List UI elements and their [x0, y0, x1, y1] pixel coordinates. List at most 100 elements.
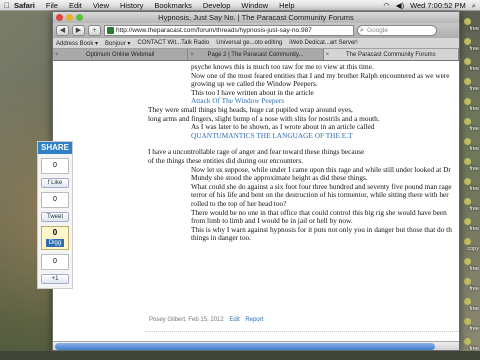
tab-paracast-page2[interactable]: × Page 2 | The Paracast Community...: [188, 49, 324, 60]
desktop-file-label: free: [469, 146, 479, 152]
menu-bookmarks[interactable]: Bookmarks: [154, 0, 192, 11]
bookmark-bonjour[interactable]: Bonjour ▾: [105, 40, 130, 47]
desktop-file-icon[interactable]: free: [460, 216, 480, 236]
tab-bar: × Optimum Online Webmail × Page 2 | The Pa…: [53, 49, 459, 61]
bookmark-iweb[interactable]: iWeb Dedicat...art Server!: [289, 40, 358, 46]
post-line: things in danger too.: [191, 233, 251, 243]
post-article-link[interactable]: QUANTUMANTICS THE LANGUAGE OF THE E.T: [148, 131, 459, 141]
search-field[interactable]: ⌕ Google: [357, 25, 437, 36]
add-bookmark-button[interactable]: +: [88, 25, 101, 36]
search-placeholder: Google: [367, 27, 388, 34]
file-icon: [464, 318, 471, 325]
share-sidebar: SHARE 0 f Like 0 Tweet 0 Digg 0 +1: [37, 141, 73, 289]
desktop-file-icon[interactable]: free: [460, 196, 480, 216]
desktop-file-icon[interactable]: free: [460, 136, 480, 156]
file-icon: [464, 178, 471, 185]
desktop-file-icon[interactable]: free: [460, 316, 480, 336]
menu-bar:  Safari File Edit View History Bookmark…: [0, 0, 480, 11]
file-icon: [464, 78, 471, 85]
desktop-file-label: copy: [467, 246, 479, 252]
tab-label: The Paracast Community Forums: [345, 52, 436, 58]
forward-button[interactable]: ▶: [72, 25, 85, 36]
menu-develop[interactable]: Develop: [203, 0, 231, 11]
desktop-file-label: free: [469, 226, 479, 232]
desktop-file-icon[interactable]: copy: [460, 236, 480, 256]
file-icon: [464, 118, 471, 125]
desktop-file-icon[interactable]: free: [460, 156, 480, 176]
spotlight-icon[interactable]: ⌕: [472, 0, 476, 11]
desktop-file-label: free: [469, 26, 479, 32]
tab-paracast-forums[interactable]: × The Paracast Community Forums: [323, 49, 459, 60]
post-body: psyche knows this is much too raw for me…: [148, 62, 459, 243]
desktop-file-label: free: [469, 326, 479, 332]
desktop-file-icon[interactable]: free: [460, 296, 480, 316]
desktop-file-label: free: [469, 166, 479, 172]
desktop-file-icon[interactable]: free: [460, 36, 480, 56]
desktop-file-label: free: [469, 66, 479, 72]
bookmark-contact-radio[interactable]: CONTACT Wit...Talk Radio: [137, 40, 209, 46]
zoom-window-button[interactable]: [76, 14, 83, 21]
desktop-file-icon[interactable]: free: [460, 276, 480, 296]
scrollbar-thumb[interactable]: [55, 343, 435, 350]
google-plus-button[interactable]: +1: [41, 274, 69, 284]
desktop-file-label: free: [469, 86, 479, 92]
menu-history[interactable]: History: [120, 0, 143, 11]
desktop-file-icon[interactable]: free: [460, 96, 480, 116]
desktop-file-icon[interactable]: free: [460, 256, 480, 276]
desktop-file-icon[interactable]: free: [460, 76, 480, 96]
tweet-button[interactable]: Tweet: [41, 212, 69, 222]
edit-link[interactable]: Edit: [229, 317, 239, 323]
volume-icon[interactable]: ◀): [396, 0, 404, 11]
file-icon: [464, 198, 471, 205]
menu-view[interactable]: View: [93, 0, 109, 11]
close-tab-icon[interactable]: ×: [190, 49, 194, 60]
menu-app[interactable]: Safari: [14, 0, 35, 11]
post-meta: Posey Gilbert, Feb 15, 2012 Edit Report: [149, 317, 263, 323]
bookmark-address-book[interactable]: Address Book ▾: [56, 40, 98, 47]
address-bar[interactable]: http://www.theparacast.com/forum/threads…: [104, 25, 354, 36]
tab-webmail[interactable]: × Optimum Online Webmail: [53, 49, 189, 60]
file-icon: [464, 58, 471, 65]
digg-widget[interactable]: 0 Digg: [41, 226, 69, 250]
close-tab-icon[interactable]: ×: [326, 49, 330, 60]
bookmark-universal[interactable]: Universal ge...oto editing: [216, 40, 282, 46]
minimize-window-button[interactable]: [66, 14, 73, 21]
desktop-file-icon[interactable]: free: [460, 16, 480, 36]
bookmarks-bar: Address Book ▾ Bonjour ▾ CONTACT Wit...T…: [53, 38, 459, 49]
search-icon: ⌕: [360, 27, 364, 34]
file-icon: [464, 218, 471, 225]
desktop-file-icon[interactable]: free: [460, 116, 480, 136]
digg-button[interactable]: Digg: [46, 239, 64, 247]
facebook-like-button[interactable]: f Like: [41, 178, 69, 188]
file-icon: [464, 258, 471, 265]
facebook-count: 0: [41, 158, 69, 174]
safari-window: Hypnosis, Just Say No. | The Paracast Co…: [52, 11, 460, 351]
wifi-icon[interactable]: ◠: [383, 0, 390, 11]
desktop-file-icon[interactable]: free: [460, 56, 480, 76]
menu-file[interactable]: File: [46, 0, 58, 11]
window-title: Hypnosis, Just Say No. | The Paracast Co…: [158, 13, 354, 22]
menubar-clock[interactable]: Wed 7:00:52 PM: [410, 0, 466, 11]
apple-menu-icon[interactable]: : [0, 0, 14, 11]
menu-window[interactable]: Window: [241, 0, 268, 11]
desktop-bottom-strip: [0, 351, 480, 360]
tab-label: Optimum Online Webmail: [86, 52, 155, 58]
desktop-file-label: free: [469, 266, 479, 272]
desktop-file-label: free: [469, 46, 479, 52]
back-button[interactable]: ◀: [56, 25, 69, 36]
window-titlebar[interactable]: Hypnosis, Just Say No. | The Paracast Co…: [53, 12, 459, 23]
desktop-file-icon[interactable]: free: [460, 176, 480, 196]
digg-count: 0: [52, 228, 58, 237]
post-author-date: Posey Gilbert, Feb 15, 2012: [149, 317, 224, 323]
file-icon: [464, 18, 471, 25]
close-window-button[interactable]: [56, 14, 63, 21]
close-tab-icon[interactable]: ×: [55, 49, 59, 60]
file-icon: [464, 278, 471, 285]
tab-label: Page 2 | The Paracast Community...: [207, 52, 304, 58]
menu-help[interactable]: Help: [279, 0, 294, 11]
menu-edit[interactable]: Edit: [69, 0, 82, 11]
file-icon: [464, 138, 471, 145]
horizontal-scrollbar[interactable]: [53, 341, 459, 350]
google-plus-count: 0: [41, 254, 69, 270]
report-link[interactable]: Report: [245, 317, 263, 323]
